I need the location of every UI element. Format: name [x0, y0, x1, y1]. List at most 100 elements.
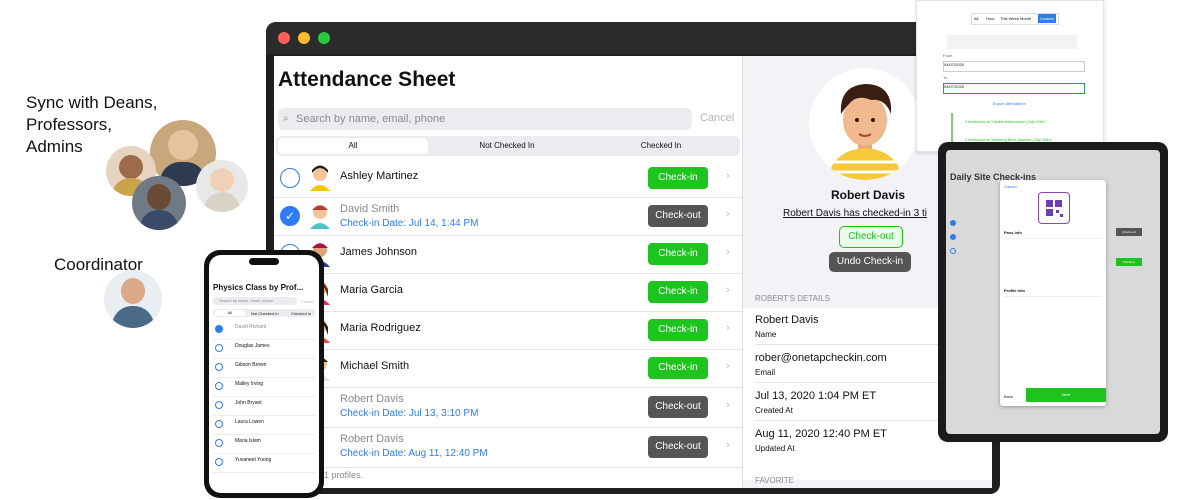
- table-row[interactable]: James Johnson Check-in ›: [274, 236, 742, 274]
- list-item[interactable]: Gibson Brown: [213, 359, 315, 378]
- chevron-right-icon[interactable]: ›: [726, 246, 730, 258]
- detail-label: Updated At: [755, 444, 795, 453]
- date-to-input[interactable]: 04/07/2020: [943, 83, 1085, 94]
- chevron-right-icon[interactable]: ›: [726, 322, 730, 334]
- phone-tab-checked-in[interactable]: Checked In: [291, 311, 311, 316]
- minimize-dot-icon[interactable]: [298, 32, 310, 44]
- range-tab[interactable]: Month: [1020, 16, 1031, 21]
- range-tab-active[interactable]: Custom: [1038, 14, 1056, 23]
- check-in-button[interactable]: Check-in: [648, 319, 708, 341]
- tablet-screen: Daily Site Check-ins Check-out Check-in …: [946, 150, 1160, 434]
- check-in-button[interactable]: Check-in: [648, 243, 708, 265]
- phone-tab-all[interactable]: All: [215, 310, 245, 316]
- tab-not-checked-in[interactable]: Not Checked In: [432, 138, 582, 154]
- chevron-right-icon[interactable]: ›: [726, 399, 730, 411]
- person-name: James Johnson: [340, 246, 418, 258]
- chevron-right-icon[interactable]: ›: [726, 439, 730, 451]
- select-radio[interactable]: [280, 168, 300, 188]
- export-attendance-link[interactable]: Export Attendance: [993, 101, 1026, 106]
- date-from-input[interactable]: 04/07/2020: [943, 61, 1085, 72]
- chevron-right-icon[interactable]: ›: [726, 170, 730, 182]
- check-in-date: Check-in Date: Jul 14, 1:44 PM: [340, 218, 479, 229]
- check-in-button[interactable]: Check-in: [648, 281, 708, 303]
- avatar: [308, 165, 332, 191]
- check-out-button[interactable]: Check-out: [1116, 228, 1142, 236]
- phone-search-input[interactable]: Search by name, email, phone: [213, 297, 297, 305]
- check-in-button[interactable]: Check-in: [1116, 258, 1142, 266]
- modal-cancel-button[interactable]: Cancel: [1004, 184, 1016, 189]
- check-out-button[interactable]: Check-out: [648, 436, 708, 458]
- attendance-app: Attendance Sheet ⌕ Search by name, email…: [274, 56, 992, 488]
- detail-value: Aug 11, 2020 12:40 PM ET: [755, 428, 887, 440]
- check-out-button[interactable]: Check-out: [648, 396, 708, 418]
- select-radio-checked[interactable]: ✓: [280, 206, 300, 226]
- phone-tab-not-checked-in[interactable]: Not Checked In: [251, 311, 279, 316]
- chevron-right-icon[interactable]: ›: [726, 360, 730, 372]
- list-item[interactable]: John Bryant: [213, 397, 315, 416]
- list-item[interactable]: Maria Islam: [213, 435, 315, 454]
- phone-filter-tabs: All Not Checked In Checked In: [213, 309, 315, 317]
- check-out-button[interactable]: Check-out: [648, 205, 708, 227]
- profile-avatar: [809, 68, 921, 180]
- phone-search-placeholder: Search by name, email, phone: [219, 298, 274, 303]
- table-row[interactable]: ✓ David Smith Check-in Date: Jul 14, 1:4…: [274, 198, 742, 236]
- detail-value: Robert Davis: [755, 314, 819, 326]
- pass-modal: Cancel Pass info Profile Info Back Next: [1000, 180, 1106, 406]
- table-row[interactable]: Robert Davis Check-in Date: Jul 13, 3:10…: [274, 388, 742, 428]
- list-item[interactable]: Douglas James: [213, 340, 315, 359]
- table-row[interactable]: Maria Rodriguez Check-in ›: [274, 312, 742, 350]
- range-tab[interactable]: All: [974, 16, 978, 21]
- list-item[interactable]: Yuvaneet Yuong: [213, 454, 315, 473]
- person-name: John Bryant: [235, 400, 262, 406]
- range-tab[interactable]: This Week: [1000, 16, 1019, 21]
- check-in-button[interactable]: Check-in: [648, 357, 708, 379]
- check-in-date: Check-in Date: Jul 13, 3:10 PM: [340, 408, 479, 419]
- search-input[interactable]: ⌕ Search by name, email, phone: [278, 108, 692, 130]
- tab-checked-in[interactable]: Checked In: [586, 138, 736, 154]
- profile-info-header: Profile Info: [1004, 288, 1025, 293]
- detail-label: Email: [755, 368, 776, 377]
- attendance-report: All Hour This Week Month Custom From 04/…: [916, 0, 1104, 152]
- cancel-button[interactable]: Cancel: [700, 112, 734, 124]
- phone-cancel-button[interactable]: Cancel: [301, 299, 313, 304]
- chevron-right-icon[interactable]: ›: [726, 284, 730, 296]
- check-out-button[interactable]: Check-out: [839, 226, 903, 248]
- person-name: Maria Garcia: [340, 284, 403, 296]
- avatar: [308, 203, 332, 229]
- person-name: Maria Rodriguez: [340, 322, 421, 334]
- check-in-button[interactable]: Check-in: [648, 167, 708, 189]
- table-row[interactable]: Michael Smith Check-in ›: [274, 350, 742, 388]
- chevron-right-icon[interactable]: ›: [726, 208, 730, 220]
- undo-checkin-button[interactable]: Undo Check-in: [829, 252, 911, 272]
- date-from-value: 04/07/2020: [944, 62, 965, 67]
- list-item[interactable]: Malley Irving: [213, 378, 315, 397]
- maximize-dot-icon[interactable]: [318, 32, 330, 44]
- next-button[interactable]: Next: [1026, 388, 1106, 402]
- person-name: Ashley Martinez: [340, 170, 419, 182]
- table-row[interactable]: Ashley Martinez Check-in ›: [274, 160, 742, 198]
- tab-all[interactable]: All: [278, 138, 428, 154]
- list-item[interactable]: Laura Lowen: [213, 416, 315, 435]
- person-name: Laura Lowen: [235, 419, 264, 425]
- check-in-date: Check-in Date: Aug 11, 12:40 PM: [340, 448, 488, 459]
- list-item[interactable]: David Richard: [213, 321, 315, 340]
- back-button[interactable]: Back: [1004, 394, 1013, 399]
- person-name: Maria Islam: [235, 438, 261, 444]
- table-row[interactable]: Robert Davis Check-in Date: Aug 11, 12:4…: [274, 428, 742, 468]
- close-dot-icon[interactable]: [278, 32, 290, 44]
- window-titlebar: [266, 22, 1000, 54]
- detail-value: rober@onetapcheckin.com: [755, 352, 887, 364]
- table-row[interactable]: Maria Garcia Check-in ›: [274, 274, 742, 312]
- phone-device: Physics Class by Prof... Search by name,…: [204, 250, 324, 498]
- phone-title: Physics Class by Prof...: [213, 283, 304, 292]
- date-to-value: 04/07/2020: [944, 84, 965, 89]
- profile-count: 1 profiles.: [324, 470, 364, 480]
- detail-value: Jul 13, 2020 1:04 PM ET: [755, 390, 877, 402]
- tablet-device: Daily Site Check-ins Check-out Check-in …: [938, 142, 1168, 442]
- range-tabs: All Hour This Week Month Custom: [971, 13, 1059, 25]
- person-name: Malley Irving: [235, 381, 264, 387]
- profile-info-list: [1004, 296, 1102, 377]
- range-tab[interactable]: Hour: [986, 16, 995, 21]
- phone-notch: [249, 258, 279, 265]
- detail-label: Name: [755, 330, 777, 339]
